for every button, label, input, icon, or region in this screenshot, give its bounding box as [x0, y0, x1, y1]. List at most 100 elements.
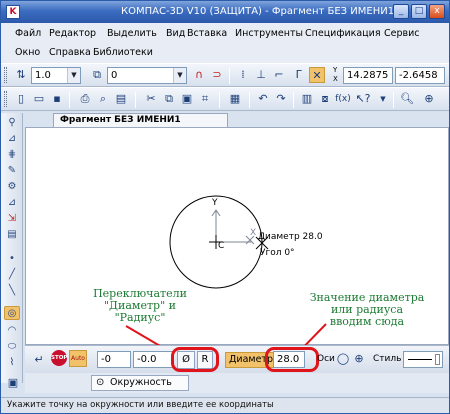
line-style-value: 1.0: [35, 70, 51, 81]
coord-xy-label: Y X: [333, 66, 338, 83]
axis-x-label: X: [250, 228, 257, 238]
local-cs-icon[interactable]: ⊥: [253, 67, 269, 83]
enter-arrow-icon[interactable]: ↵: [31, 352, 47, 368]
menu-editor[interactable]: Редактор: [49, 28, 96, 39]
print-icon[interactable]: ⎙: [77, 91, 93, 107]
title-bar[interactable]: K КОМПАС-3D V10 (ЗАЩИТА) - Фрагмент БЕЗ …: [1, 1, 449, 23]
save-icon[interactable]: ▪: [49, 91, 65, 107]
menu-bar: Файл Редактор Выделить Вид Вставка Инстр…: [1, 23, 449, 63]
annotation-value: Значение диаметра или радиуса вводим сюд…: [309, 291, 425, 328]
highlight-ring-switches: [171, 347, 219, 372]
library-icon[interactable]: ▥: [299, 91, 315, 107]
snap-icon[interactable]: ⊃: [209, 67, 225, 83]
property-tabs: ⊙ Окружность: [25, 373, 449, 393]
auto-create-icon[interactable]: Auto: [69, 350, 87, 367]
geometry-icon[interactable]: ⚲: [4, 116, 20, 130]
menu-file[interactable]: Файл: [15, 28, 41, 39]
ortho-icon[interactable]: ⌐: [271, 67, 287, 83]
polyline-icon[interactable]: ⌇: [4, 356, 20, 370]
menu-tools[interactable]: Инструменты: [235, 28, 303, 39]
redo-icon[interactable]: ↷: [273, 91, 289, 107]
measure-icon[interactable]: ⊿: [4, 196, 20, 210]
separator: [229, 68, 230, 84]
dimensions-icon[interactable]: ⊿: [4, 132, 20, 146]
copy-icon[interactable]: ⧉: [161, 91, 177, 107]
standard-toolbar: ▯ ▭ ▪ ⎙ ⌕ ▤ ✂ ⧉ ▣ ⌗ ▦ ↶ ↷ ▥ ⧇ f(x) ↖? ▼ …: [1, 87, 449, 111]
style-combo[interactable]: [403, 351, 443, 368]
properties-icon[interactable]: ▤: [113, 91, 129, 107]
stop-icon[interactable]: STOP: [51, 350, 67, 366]
menu-view[interactable]: Вид: [166, 28, 185, 39]
axes-on-icon[interactable]: ⊕: [351, 351, 367, 367]
menu-select[interactable]: Выделить: [107, 28, 157, 39]
designations-icon[interactable]: ⋕: [4, 148, 20, 162]
style-line-preview: [408, 359, 432, 360]
angle-hint: Угол 0°: [260, 248, 295, 258]
zoom-icon[interactable]: 🔍︎: [399, 91, 415, 107]
center-x-field[interactable]: -0: [97, 351, 131, 368]
new-document-icon[interactable]: ▯: [13, 91, 29, 107]
drawing-canvas[interactable]: Y X C Диаметр 28.0 Угол 0° Переключатели…: [25, 127, 449, 346]
zoom-in-icon[interactable]: ⊕: [421, 91, 437, 107]
menu-insert[interactable]: Вставка: [187, 28, 227, 39]
menu-window[interactable]: Окно: [15, 47, 40, 58]
round-icon[interactable]: Г: [291, 67, 307, 83]
arc-icon[interactable]: ◠: [4, 324, 20, 338]
kompas-app-icon: K: [6, 5, 20, 19]
open-folder-icon[interactable]: ▭: [31, 91, 47, 107]
auxline-icon[interactable]: ╱: [4, 268, 20, 282]
parametrize-icon[interactable]: ⚙: [4, 180, 20, 194]
circle-tool-icon[interactable]: ◎: [4, 306, 20, 320]
select-icon[interactable]: ⇲: [4, 212, 20, 226]
spec-icon[interactable]: ▤: [4, 228, 20, 242]
close-button[interactable]: x: [429, 4, 445, 19]
coord-y-field[interactable]: -2.6458: [395, 67, 445, 84]
variables-icon[interactable]: ⧇: [317, 91, 333, 107]
manager-icon[interactable]: ▦: [227, 91, 243, 107]
style-scroll-handle[interactable]: [435, 354, 440, 365]
annotation-switches: Переключатели "Диаметр" и "Радиус": [93, 287, 187, 324]
menu-specification[interactable]: Спецификация: [305, 28, 381, 39]
axes-off-icon[interactable]: ◯: [335, 351, 351, 367]
line-style-combo[interactable]: 1.0 ▼: [31, 67, 81, 84]
minimize-button[interactable]: _: [393, 4, 409, 19]
layer-combo[interactable]: 0 ▼: [107, 67, 187, 84]
segment-icon[interactable]: ╲: [4, 284, 20, 298]
print-preview-icon[interactable]: ⌕: [95, 91, 111, 107]
status-text: Укажите точку на окружности или введите …: [7, 400, 274, 410]
undo-icon[interactable]: ↶: [255, 91, 271, 107]
snap-active-icon[interactable]: ✕: [309, 67, 325, 83]
magnet-icon[interactable]: ∩: [191, 67, 207, 83]
camera-icon[interactable]: ▣: [5, 375, 21, 391]
chevron-down-icon[interactable]: ▼: [173, 68, 186, 83]
separator: [393, 92, 394, 108]
menu-help[interactable]: Справка: [49, 47, 91, 58]
layer-value: 0: [111, 70, 118, 81]
separator: [293, 92, 294, 108]
chevron-down-icon[interactable]: ▼: [375, 91, 391, 107]
coord-x-field[interactable]: 14.2875: [343, 67, 393, 84]
toolbar-grip[interactable]: [4, 67, 7, 83]
edit-icon[interactable]: ✎: [4, 164, 20, 178]
menu-service[interactable]: Сервис: [384, 28, 420, 39]
paste-icon[interactable]: ▣: [179, 91, 195, 107]
current-state-toolbar: ⇅ 1.0 ▼ ⧉ 0 ▼ ∩ ⊃ ⁞ ⊥ ⌐ Г ✕ Y X 14.2875 …: [1, 63, 449, 87]
help-pointer-icon[interactable]: ↖?: [355, 91, 371, 107]
fx-icon[interactable]: f(x): [335, 91, 351, 107]
grid-icon[interactable]: ⁞: [235, 67, 251, 83]
tab-circle-label: Окружность: [110, 377, 172, 388]
status-bar: Укажите точку на окружности или введите …: [1, 397, 449, 413]
ellipse-icon[interactable]: ⬭: [4, 340, 20, 354]
document-tab[interactable]: Фрагмент БЕЗ ИМЕНИ1: [53, 113, 228, 127]
point-icon[interactable]: •: [4, 252, 20, 266]
maximize-button[interactable]: □: [411, 4, 427, 19]
tab-circle[interactable]: ⊙ Окружность: [91, 375, 189, 391]
center-y-field[interactable]: -0.0: [133, 351, 173, 368]
format-icon[interactable]: ⌗: [197, 91, 213, 107]
left-arrow-line: [125, 325, 163, 346]
layer-icon: ⧉: [93, 68, 101, 81]
chevron-down-icon[interactable]: ▼: [67, 68, 80, 83]
menu-libraries[interactable]: Библиотеки: [93, 47, 153, 58]
toolbar-grip[interactable]: [4, 91, 7, 107]
cut-icon[interactable]: ✂: [143, 91, 159, 107]
